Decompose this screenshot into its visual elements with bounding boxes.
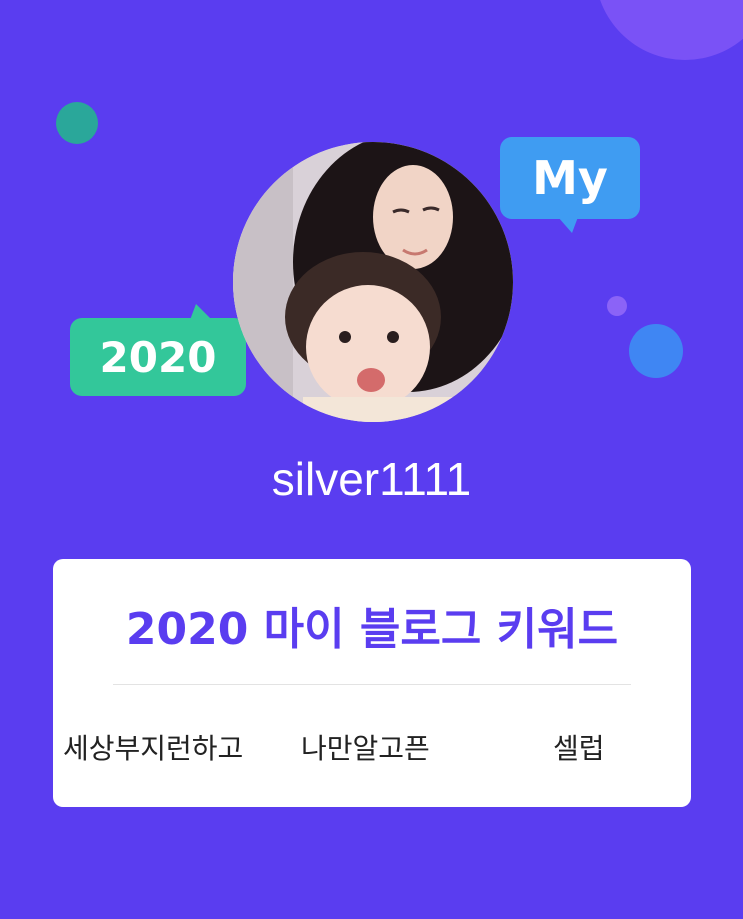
decor-circle-teal	[56, 102, 98, 144]
decor-circle-small	[607, 296, 627, 316]
keyword-list: 세상부지런하고 나만알고픈 셀럽	[53, 727, 691, 767]
keyword-item: 세상부지런하고	[63, 732, 244, 765]
decor-circle-top-right	[595, 0, 743, 60]
keyword-card: 2020 마이 블로그 키워드 세상부지런하고 나만알고픈 셀럽	[53, 559, 691, 807]
username: silver1111	[271, 453, 472, 505]
keyword-item: 나만알고픈	[301, 732, 430, 765]
keyword-item: 셀럽	[553, 732, 605, 765]
card-divider	[113, 684, 631, 685]
card-title: 2020 마이 블로그 키워드	[125, 604, 619, 655]
my-bubble-label: My	[532, 151, 608, 205]
my-speech-bubble: My	[500, 137, 640, 233]
avatar-photo	[233, 142, 513, 422]
year-bubble-label: 2020	[99, 332, 217, 382]
year-speech-bubble: 2020	[70, 304, 246, 396]
profile-avatar	[233, 142, 513, 422]
decor-circle-blue	[629, 324, 683, 378]
